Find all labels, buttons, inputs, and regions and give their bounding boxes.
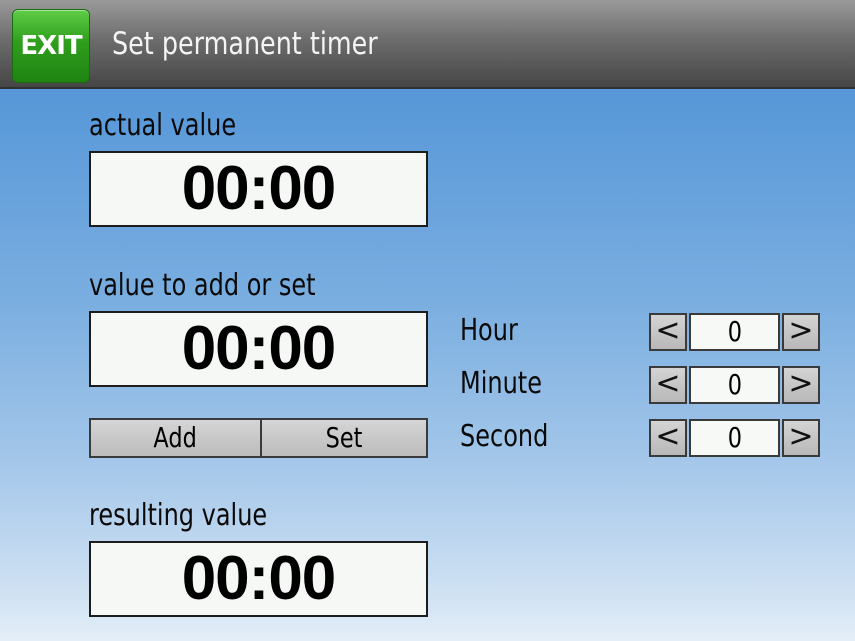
hour-increase-button[interactable]: > xyxy=(782,313,820,351)
hour-value-field[interactable]: 0 xyxy=(689,313,780,351)
result-value-text: 00:00 xyxy=(181,544,337,613)
delta-value-text: 00:00 xyxy=(181,314,337,383)
minute-value-field[interactable]: 0 xyxy=(689,366,780,404)
second-decrease-button[interactable]: < xyxy=(649,419,687,457)
actual-value-text: 00:00 xyxy=(181,154,337,223)
delta-value-display: 00:00 xyxy=(89,311,428,387)
hour-label: Hour xyxy=(460,313,518,348)
second-stepper: < 0 > xyxy=(649,419,820,457)
actual-value-display: 00:00 xyxy=(89,151,428,227)
exit-button[interactable]: EXIT xyxy=(12,9,90,83)
minute-label: Minute xyxy=(460,366,542,401)
timer-screen: EXIT Set permanent timer actual value 00… xyxy=(0,0,855,641)
page-title: Set permanent timer xyxy=(112,26,378,62)
result-value-display: 00:00 xyxy=(89,541,428,617)
minute-decrease-button[interactable]: < xyxy=(649,366,687,404)
header-bar: EXIT Set permanent timer xyxy=(0,0,855,89)
second-label: Second xyxy=(460,419,549,454)
minute-value: 0 xyxy=(727,368,742,401)
add-button-label: Add xyxy=(153,421,198,454)
add-button[interactable]: Add xyxy=(89,418,262,458)
hour-decrease-button[interactable]: < xyxy=(649,313,687,351)
result-value-label: resulting value xyxy=(89,498,268,533)
delta-value-label: value to add or set xyxy=(89,268,316,303)
minute-increase-button[interactable]: > xyxy=(782,366,820,404)
minute-stepper: < 0 > xyxy=(649,366,820,404)
second-value: 0 xyxy=(727,421,742,454)
second-value-field[interactable]: 0 xyxy=(689,419,780,457)
hour-value: 0 xyxy=(727,315,742,348)
second-increase-button[interactable]: > xyxy=(782,419,820,457)
actual-value-label: actual value xyxy=(89,108,237,143)
set-button-label: Set xyxy=(325,421,363,454)
set-button[interactable]: Set xyxy=(260,418,428,458)
hour-stepper: < 0 > xyxy=(649,313,820,351)
